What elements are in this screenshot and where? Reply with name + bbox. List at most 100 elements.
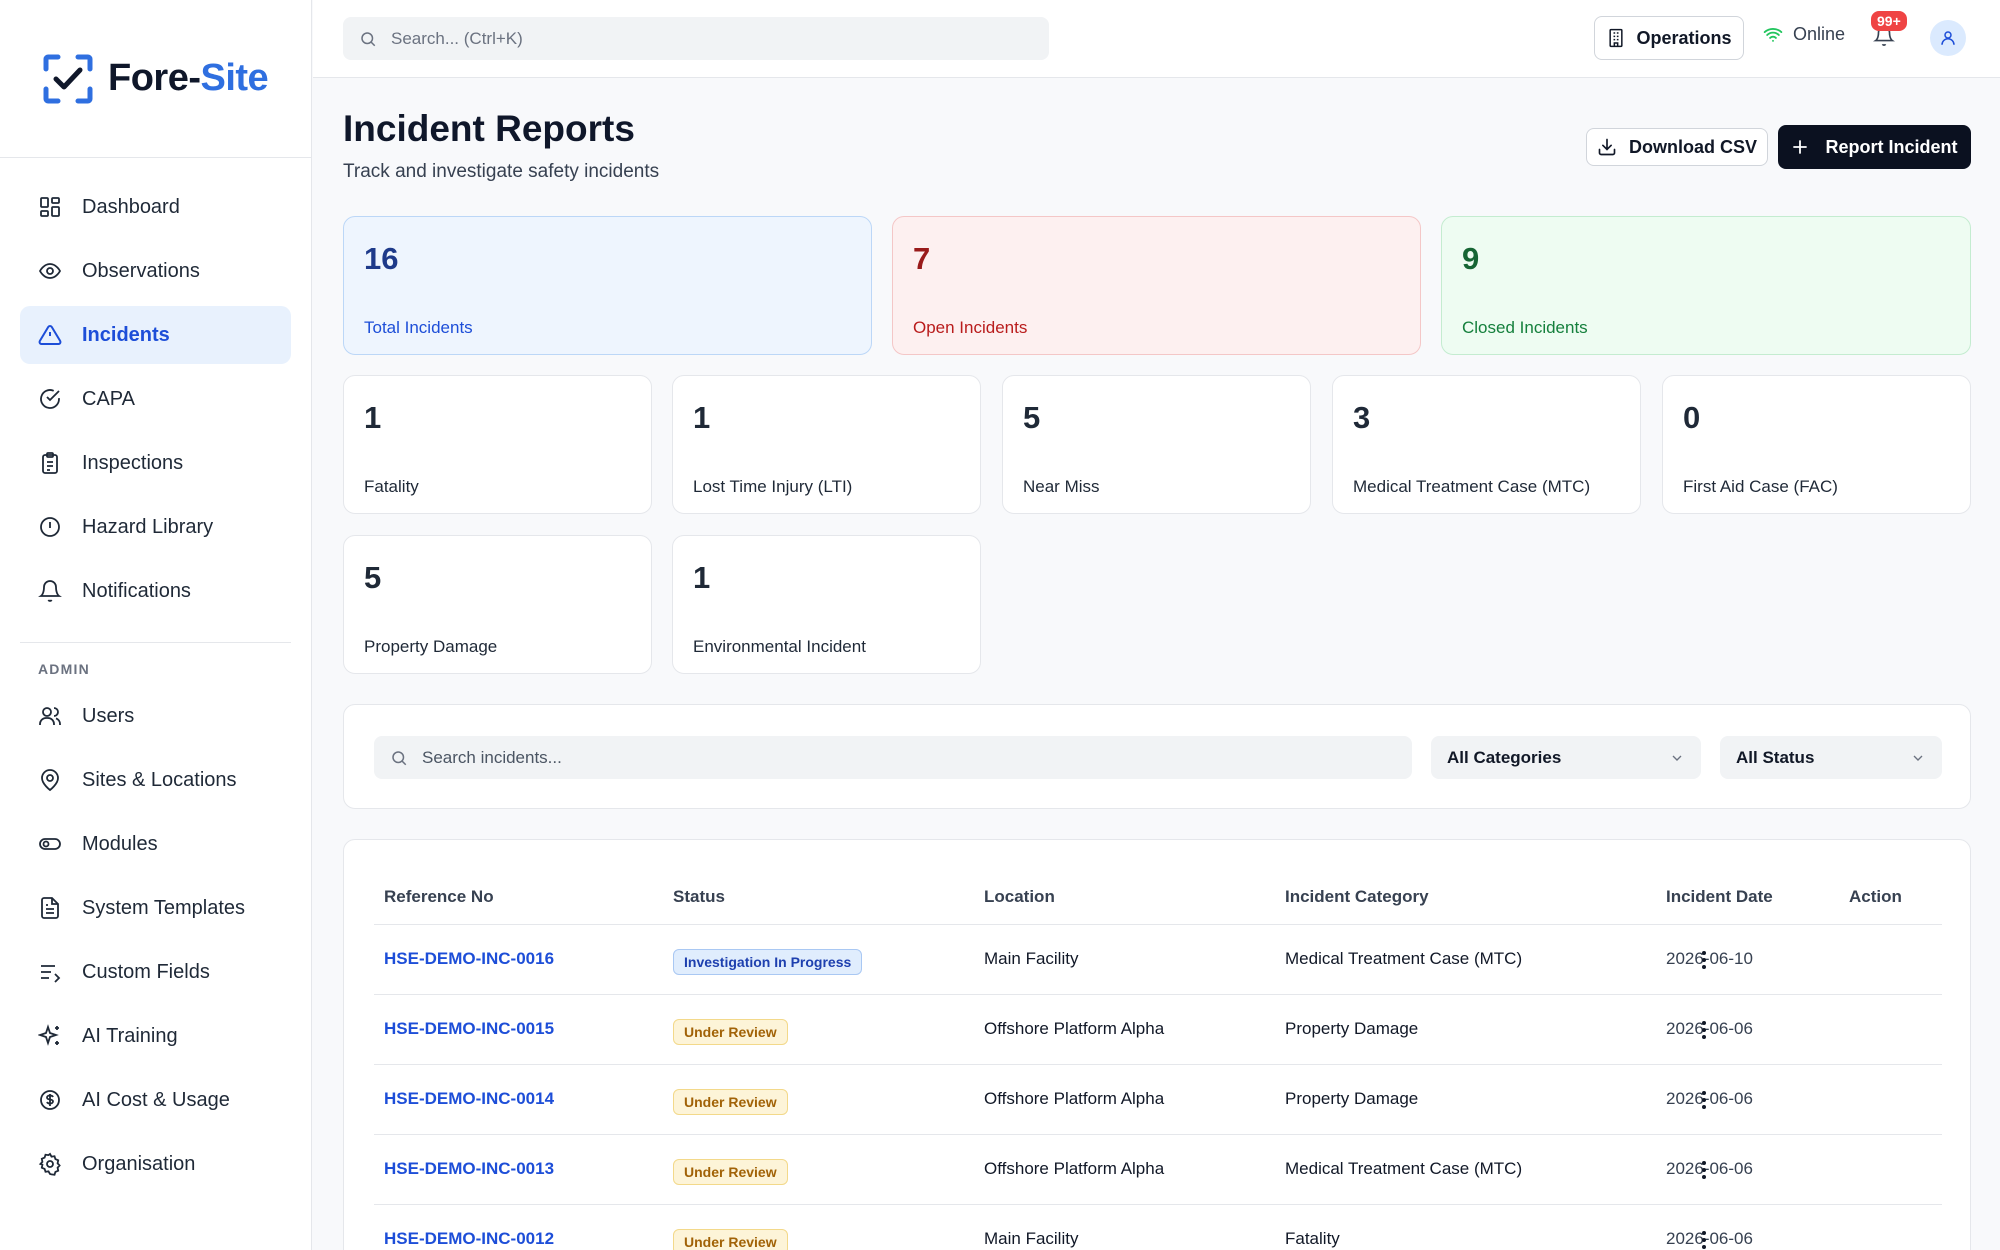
main-nav: Dashboard Observations Incidents CAPA In… [0, 158, 311, 620]
sidebar-item-label: CAPA [82, 387, 135, 410]
status-badge: Under Review [673, 1019, 788, 1045]
sidebar-item-label: Notifications [82, 579, 191, 602]
incident-search[interactable] [374, 736, 1412, 779]
sidebar-item-dashboard[interactable]: Dashboard [20, 178, 291, 236]
card-value: 3 [1353, 400, 1371, 435]
sidebar-item-system-templates[interactable]: System Templates [20, 879, 291, 937]
reference-link[interactable]: HSE-DEMO-INC-0015 [384, 1019, 554, 1039]
connection-status: Online [1763, 24, 1845, 45]
category-card-fatality[interactable]: 1 Fatality [343, 375, 652, 514]
sidebar-item-ai-training[interactable]: AI Training [20, 1007, 291, 1065]
clipboard-icon [42, 452, 58, 474]
category-card-near-miss[interactable]: 5 Near Miss [1002, 375, 1311, 514]
sidebar-item-inspections[interactable]: Inspections [20, 434, 291, 492]
total-incidents-card[interactable]: 16 Total Incidents [343, 216, 872, 355]
sidebar-item-sites-locations[interactable]: Sites & Locations [20, 751, 291, 809]
category-card-lti[interactable]: 1 Lost Time Injury (LTI) [672, 375, 981, 514]
card-label: Closed Incidents [1462, 318, 1588, 337]
topbar: Operations Online 99+ [313, 0, 2000, 78]
card-label: Total Incidents [364, 318, 473, 337]
sidebar-item-organisation[interactable]: Organisation [20, 1135, 291, 1193]
operations-button[interactable]: Operations [1594, 16, 1744, 60]
nav-divider [20, 642, 291, 643]
sidebar-item-label: AI Cost & Usage [82, 1088, 230, 1111]
card-label: Near Miss [1023, 477, 1100, 496]
category-card-fac[interactable]: 0 First Aid Case (FAC) [1662, 375, 1971, 514]
global-search-input[interactable] [391, 28, 991, 49]
card-value: 9 [1462, 241, 1480, 276]
card-value: 16 [364, 241, 399, 276]
sidebar-item-incidents[interactable]: Incidents [20, 306, 291, 364]
incident-search-input[interactable] [422, 747, 1322, 768]
sidebar-item-label: System Templates [82, 896, 246, 919]
download-csv-button[interactable]: Download CSV [1586, 128, 1768, 166]
column-header[interactable]: Status [673, 887, 725, 907]
table-row[interactable]: HSE-DEMO-INC-0012 Under Review Main Faci… [374, 1205, 1942, 1250]
table-row[interactable]: HSE-DEMO-INC-0013 Under Review Offshore … [374, 1135, 1942, 1205]
global-search[interactable] [343, 17, 1049, 60]
user-icon [1941, 31, 1955, 45]
sidebar-item-modules[interactable]: Modules [20, 815, 291, 873]
closed-incidents-card[interactable]: 9 Closed Incidents [1441, 216, 1971, 355]
table-row[interactable]: HSE-DEMO-INC-0016 Investigation In Progr… [374, 925, 1942, 995]
card-label: Fatality [364, 477, 419, 496]
reference-link[interactable]: HSE-DEMO-INC-0013 [384, 1159, 554, 1179]
more-actions-icon[interactable] [1692, 1155, 1716, 1185]
more-actions-icon[interactable] [1692, 945, 1716, 975]
card-value: 0 [1683, 400, 1701, 435]
dollar-circle-icon [40, 1090, 60, 1110]
sidebar-item-label: Observations [82, 259, 200, 282]
grid-icon [40, 197, 60, 217]
more-actions-icon[interactable] [1692, 1225, 1716, 1250]
sidebar-item-observations[interactable]: Observations [20, 242, 291, 300]
more-actions-icon[interactable] [1692, 1085, 1716, 1115]
table-row[interactable]: HSE-DEMO-INC-0014 Under Review Offshore … [374, 1065, 1942, 1135]
table-row[interactable]: HSE-DEMO-INC-0015 Under Review Offshore … [374, 995, 1942, 1065]
column-header[interactable]: Location [984, 887, 1055, 907]
user-avatar[interactable] [1930, 20, 1966, 56]
status-badge: Under Review [673, 1089, 788, 1115]
column-header[interactable]: Incident Category [1285, 887, 1429, 907]
report-incident-button[interactable]: Report Incident [1778, 125, 1971, 169]
location-cell: Offshore Platform Alpha [984, 1089, 1165, 1108]
category-card-property-damage[interactable]: 5 Property Damage [343, 535, 652, 674]
download-csv-label: Download CSV [1628, 136, 1757, 157]
status-select[interactable]: All Status [1720, 736, 1942, 779]
toggle-icon [39, 838, 61, 850]
reference-link[interactable]: HSE-DEMO-INC-0012 [384, 1229, 554, 1249]
sidebar-item-label: Sites & Locations [82, 768, 237, 791]
sidebar-item-custom-fields[interactable]: Custom Fields [20, 943, 291, 1001]
category-card-mtc[interactable]: 3 Medical Treatment Case (MTC) [1332, 375, 1641, 514]
reference-link[interactable]: HSE-DEMO-INC-0014 [384, 1089, 554, 1109]
operations-label: Operations [1636, 27, 1732, 48]
category-cell: Medical Treatment Case (MTC) [1285, 949, 1523, 968]
location-cell: Offshore Platform Alpha [984, 1159, 1165, 1178]
location-cell: Main Facility [984, 949, 1079, 968]
sidebar-item-users[interactable]: Users [20, 687, 291, 745]
open-incidents-card[interactable]: 7 Open Incidents [892, 216, 1421, 355]
location-cell: Offshore Platform Alpha [984, 1019, 1165, 1038]
card-label: Environmental Incident [693, 637, 866, 656]
search-icon [392, 750, 407, 765]
category-cell: Property Damage [1285, 1089, 1419, 1108]
more-actions-icon[interactable] [1692, 1015, 1716, 1045]
sidebar-item-label: Organisation [82, 1152, 196, 1175]
category-select[interactable]: All Categories [1431, 736, 1701, 779]
gear-icon [38, 1152, 61, 1176]
card-value: 5 [1023, 400, 1041, 435]
sidebar-item-notifications[interactable]: Notifications [20, 562, 291, 620]
card-label: First Aid Case (FAC) [1683, 477, 1838, 496]
sidebar-item-capa[interactable]: CAPA [20, 370, 291, 428]
reference-link[interactable]: HSE-DEMO-INC-0016 [384, 949, 554, 969]
sidebar-item-ai-cost-usage[interactable]: AI Cost & Usage [20, 1071, 291, 1129]
alert-circle-icon [40, 517, 60, 537]
admin-section-heading: ADMIN [38, 661, 90, 677]
card-label: Property Damage [364, 637, 498, 656]
eye-icon [38, 263, 62, 279]
sidebar-item-label: Modules [82, 832, 158, 855]
category-card-environmental[interactable]: 1 Environmental Incident [672, 535, 981, 674]
column-header[interactable]: Incident Date [1666, 887, 1773, 907]
sidebar-item-hazard-library[interactable]: Hazard Library [20, 498, 291, 556]
column-header[interactable]: Reference No [384, 887, 494, 907]
brand[interactable]: Fore-Site [0, 0, 311, 158]
